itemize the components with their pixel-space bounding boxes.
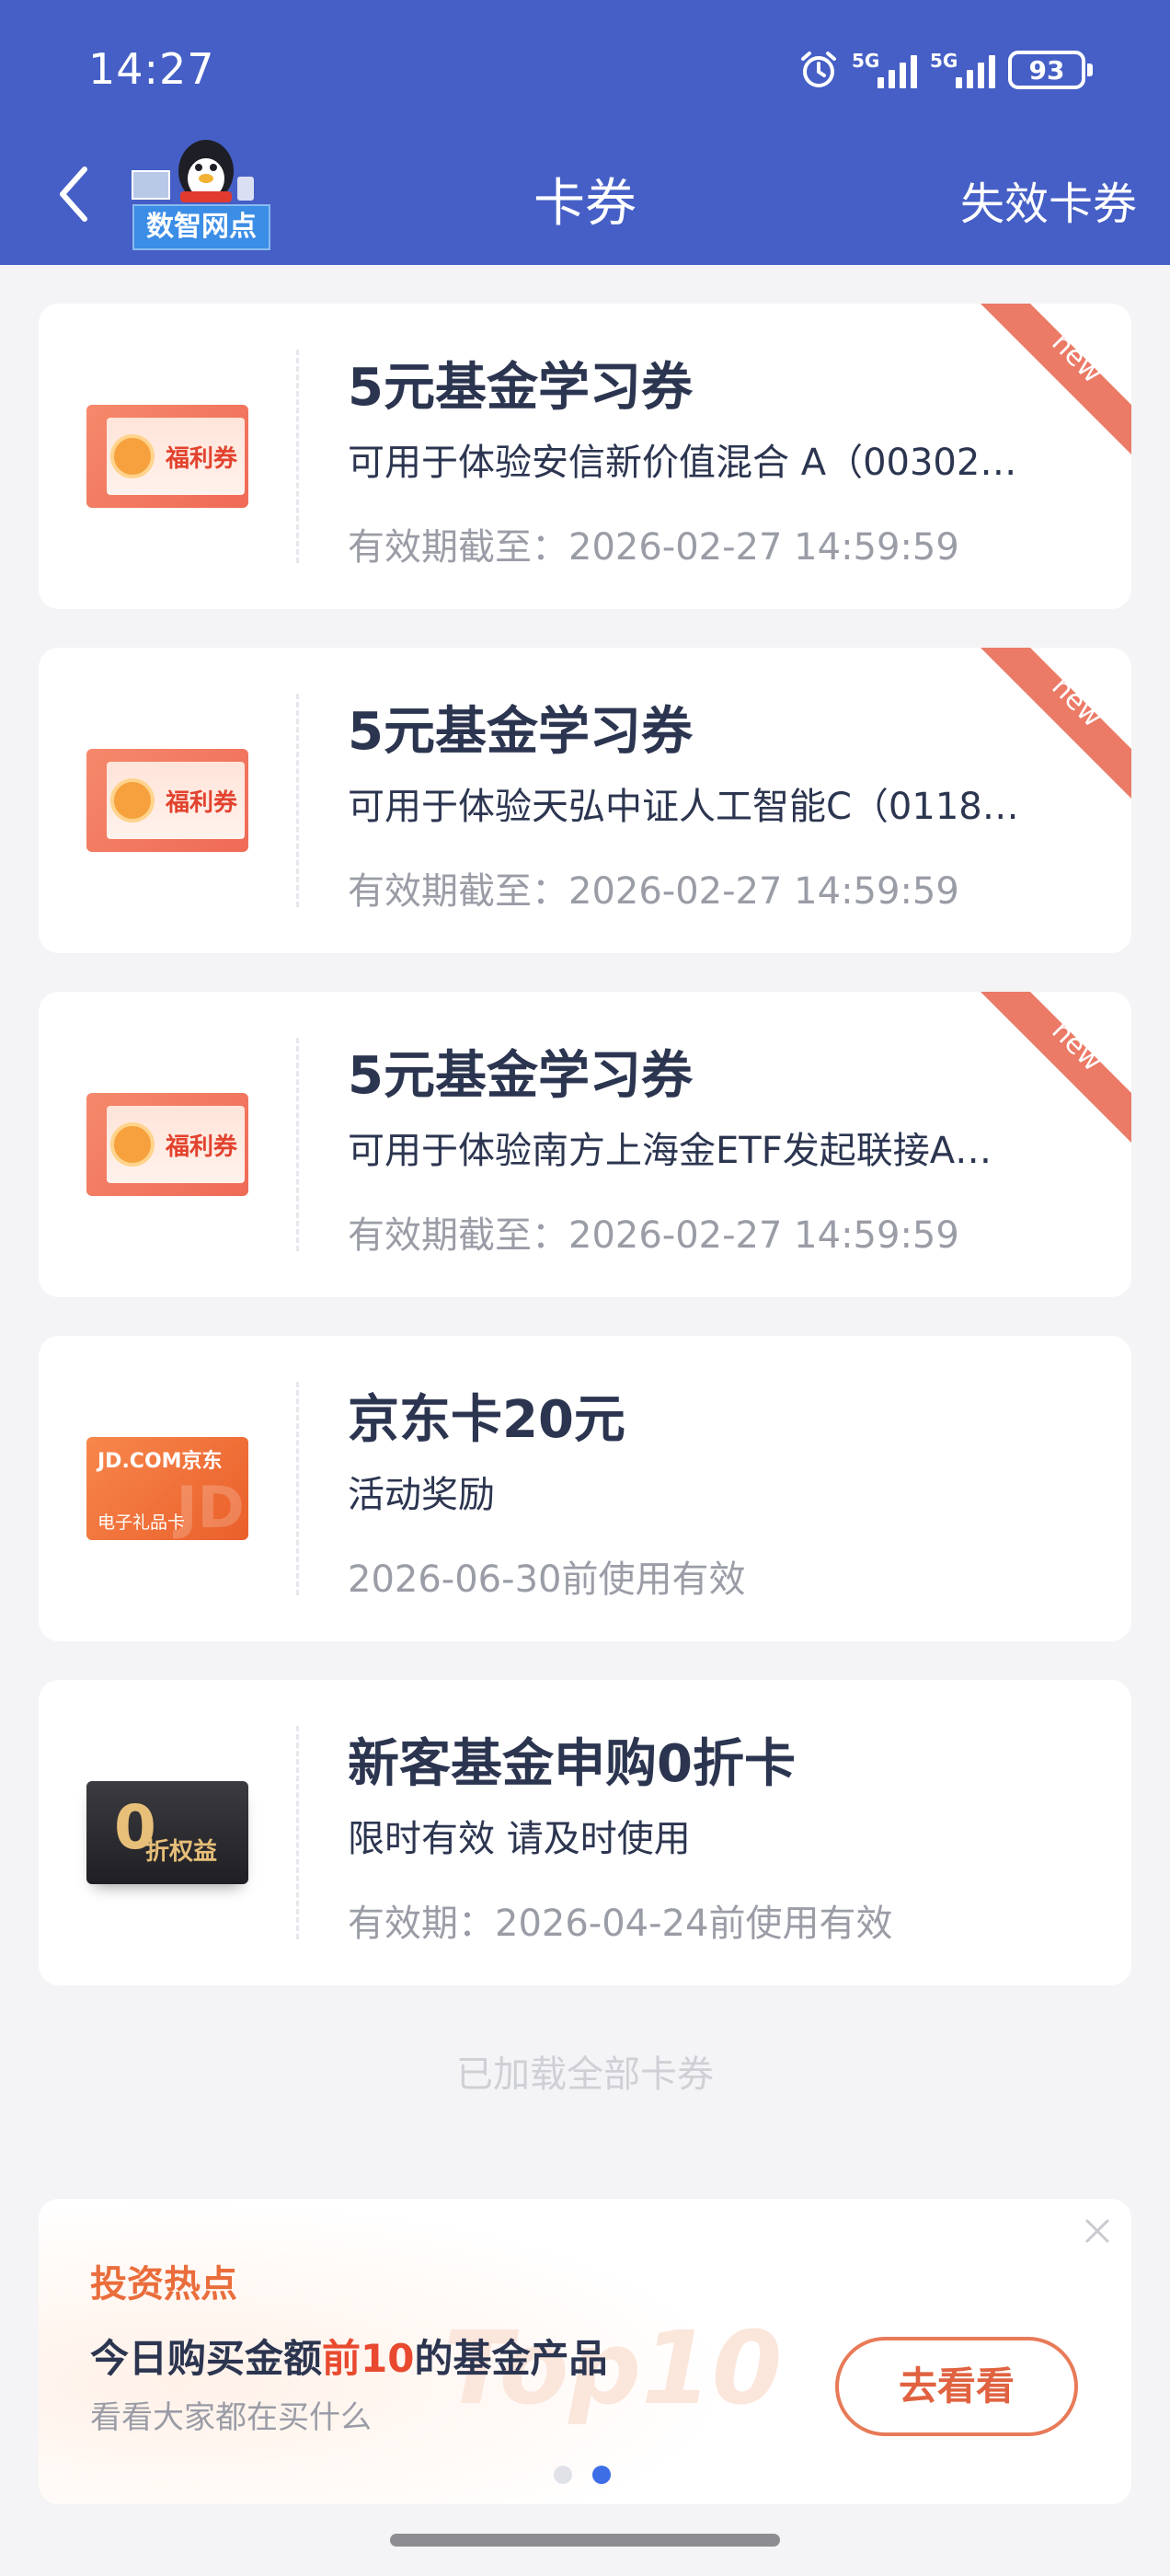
thumbnail-subtitle: 电子礼品卡 [98,1512,186,1533]
coupon-validity: 有效期截至：2026-02-27 14:59:59 [348,1214,959,1257]
zero-fee-card-thumbnail: 0 折权益 [86,1781,248,1884]
carousel-dot[interactable] [554,2466,572,2484]
promo-headline-highlight: 前10 [322,2336,415,2381]
thumbnail-label: 福利券 [166,1133,238,1161]
promo-headline-pre: 今日购买金额 [90,2336,323,2381]
coupon-validity: 有效期截至：2026-02-27 14:59:59 [348,526,959,569]
coin-icon [110,1122,155,1167]
coupon-description: 可用于体验南方上海金ETF发起联接A… [348,1130,992,1172]
coupon-card[interactable]: JD.COM京东 JD 电子礼品卡 京东卡20元 活动奖励 2026-06-30… [39,1336,1131,1641]
coupon-title: 京东卡20元 [348,1390,625,1450]
coupon-description: 活动奖励 [348,1474,495,1516]
battery-icon: 93 [1008,51,1093,89]
load-all-message: 已加载全部卡券 [456,2053,714,2096]
thumbnail-label: 福利券 [166,789,238,817]
network-label-2: 5G [930,50,958,72]
network-label-1: 5G [852,50,880,72]
divider [296,1726,299,1939]
welfare-coupon-thumbnail: 福利券 [86,405,248,508]
carousel-indicator [554,2466,611,2484]
coupon-card[interactable]: 0 折权益 新客基金申购0折卡 限时有效 请及时使用 有效期：2026-04-2… [39,1680,1131,1985]
coupon-validity: 有效期截至：2026-02-27 14:59:59 [348,870,959,913]
promo-headline-post: 的基金产品 [414,2336,608,2381]
signal-icon: 5G [930,52,995,88]
coupon-description: 限时有效 请及时使用 [348,1818,691,1860]
coupon-title: 新客基金申购0折卡 [348,1734,796,1794]
coupon-validity: 2026-06-30前使用有效 [348,1558,746,1601]
battery-level: 93 [1028,54,1065,86]
divider [296,694,299,907]
thumbnail-brand: JD.COM京东 [98,1450,223,1473]
carousel-dot-active[interactable] [592,2466,611,2484]
jd-gift-card-thumbnail: JD.COM京东 JD 电子礼品卡 [86,1437,248,1541]
home-indicator[interactable] [390,2534,780,2547]
expired-coupons-link[interactable]: 失效卡券 [960,167,1137,232]
coupon-card[interactable]: 福利券 5元基金学习券 可用于体验安信新价值混合 A（00302… 有效期截至：… [39,304,1131,609]
coupon-title: 5元基金学习券 [348,1046,693,1106]
status-time: 14:27 [88,44,215,94]
coin-icon [110,778,155,822]
promo-tag: 投资热点 [90,2263,237,2306]
divider [296,1038,299,1251]
close-icon[interactable] [1082,2215,1113,2247]
thumbnail-label: 折权益 [145,1838,218,1866]
thumbnail-label: 福利券 [166,445,238,473]
coupon-validity: 有效期：2026-04-24前使用有效 [348,1903,893,1945]
coin-icon [110,434,155,478]
promo-go-button[interactable]: 去看看 [835,2337,1078,2436]
divider [296,1382,299,1595]
new-ribbon: new [981,992,1131,1143]
coupon-description: 可用于体验安信新价值混合 A（00302… [348,442,1017,484]
status-icons: 5G 5G 93 [798,50,1093,90]
promo-headline: 今日购买金额前10的基金产品 [90,2328,607,2384]
new-ribbon: new [981,304,1131,454]
thumbnail-watermark: JD [176,1474,245,1541]
coupon-card[interactable]: 福利券 5元基金学习券 可用于体验天弘中证人工智能C（0118… 有效期截至：2… [39,648,1131,953]
top-header: 14:27 5G 5G 93 数智网点 卡券 失效卡券 [0,0,1170,265]
welfare-coupon-thumbnail: 福利券 [86,749,248,852]
new-ribbon: new [981,648,1131,799]
coupon-title: 5元基金学习券 [348,358,693,418]
welfare-coupon-thumbnail: 福利券 [86,1093,248,1196]
promo-subtitle: 看看大家都在买什么 [90,2399,372,2436]
coupon-title: 5元基金学习券 [348,702,693,762]
coupon-description: 可用于体验天弘中证人工智能C（0118… [348,786,1019,828]
divider [296,350,299,563]
promo-banner[interactable]: Top10 投资热点 今日购买金额前10的基金产品 看看大家都在买什么 去看看 [39,2199,1131,2504]
alarm-icon [801,52,836,87]
coupon-card[interactable]: 福利券 5元基金学习券 可用于体验南方上海金ETF发起联接A… 有效期截至：20… [39,992,1131,1297]
signal-icon: 5G [852,52,917,88]
